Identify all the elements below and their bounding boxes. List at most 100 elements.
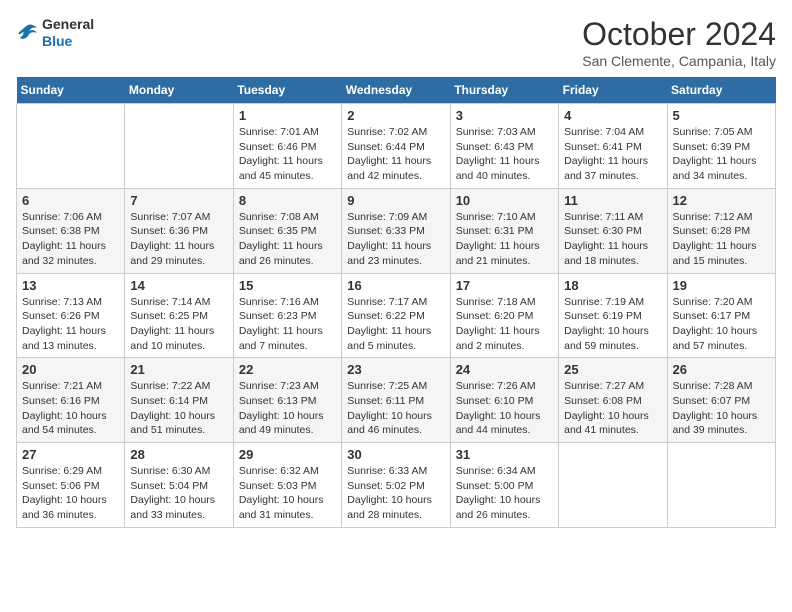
calendar-day-cell: 1 Sunrise: 7:01 AM Sunset: 6:46 PM Daylig… — [233, 104, 341, 189]
day-number: 16 — [347, 278, 444, 293]
day-number: 10 — [456, 193, 553, 208]
calendar-day-cell: 6 Sunrise: 7:06 AM Sunset: 6:38 PM Daylig… — [17, 188, 125, 273]
calendar-week-row: 6 Sunrise: 7:06 AM Sunset: 6:38 PM Daylig… — [17, 188, 776, 273]
calendar-day-cell: 15Sunrise: 7:16 AM Sunset: 6:23 PM Dayli… — [233, 273, 341, 358]
day-info: Sunrise: 7:20 AM Sunset: 6:17 PM Dayligh… — [673, 295, 770, 354]
calendar-day-cell: 7Sunrise: 7:07 AM Sunset: 6:36 PM Daylig… — [125, 188, 233, 273]
day-number: 28 — [130, 447, 227, 462]
day-info: Sunrise: 7:27 AM Sunset: 6:08 PM Dayligh… — [564, 379, 661, 438]
calendar-day-cell: 25Sunrise: 7:27 AM Sunset: 6:08 PM Dayli… — [559, 358, 667, 443]
day-info: Sunrise: 7:02 AM Sunset: 6:44 PM Dayligh… — [347, 125, 444, 184]
day-of-week-header: Sunday — [17, 77, 125, 104]
day-info: Sunrise: 6:34 AM Sunset: 5:00 PM Dayligh… — [456, 464, 553, 523]
calendar-day-cell — [17, 104, 125, 189]
day-info: Sunrise: 7:07 AM Sunset: 6:36 PM Dayligh… — [130, 210, 227, 269]
location-text: San Clemente, Campania, Italy — [582, 53, 776, 69]
day-number: 21 — [130, 362, 227, 377]
day-number: 4 — [564, 108, 661, 123]
day-number: 9 — [347, 193, 444, 208]
day-number: 31 — [456, 447, 553, 462]
month-title: October 2024 — [582, 16, 776, 53]
calendar-day-cell: 4 Sunrise: 7:04 AM Sunset: 6:41 PM Daylig… — [559, 104, 667, 189]
calendar-day-cell: 17 Sunrise: 7:18 AM Sunset: 6:20 PM Dayli… — [450, 273, 558, 358]
day-number: 18 — [564, 278, 661, 293]
calendar-day-cell: 11 Sunrise: 7:11 AM Sunset: 6:30 PM Dayli… — [559, 188, 667, 273]
day-of-week-header: Monday — [125, 77, 233, 104]
title-block: October 2024 San Clemente, Campania, Ita… — [582, 16, 776, 69]
day-info: Sunrise: 7:14 AM Sunset: 6:25 PM Dayligh… — [130, 295, 227, 354]
calendar-day-cell: 14 Sunrise: 7:14 AM Sunset: 6:25 PM Dayli… — [125, 273, 233, 358]
calendar-day-cell — [667, 443, 775, 528]
day-number: 30 — [347, 447, 444, 462]
calendar-day-cell: 9 Sunrise: 7:09 AM Sunset: 6:33 PM Daylig… — [342, 188, 450, 273]
day-of-week-header: Tuesday — [233, 77, 341, 104]
page-header: General Blue October 2024 San Clemente, … — [16, 16, 776, 69]
day-info: Sunrise: 7:10 AM Sunset: 6:31 PM Dayligh… — [456, 210, 553, 269]
day-number: 20 — [22, 362, 119, 377]
day-info: Sunrise: 7:13 AM Sunset: 6:26 PM Dayligh… — [22, 295, 119, 354]
calendar-day-cell: 5Sunrise: 7:05 AM Sunset: 6:39 PM Daylig… — [667, 104, 775, 189]
calendar-week-row: 1 Sunrise: 7:01 AM Sunset: 6:46 PM Daylig… — [17, 104, 776, 189]
day-info: Sunrise: 7:06 AM Sunset: 6:38 PM Dayligh… — [22, 210, 119, 269]
logo: General Blue — [16, 16, 94, 50]
day-number: 14 — [130, 278, 227, 293]
calendar-day-cell: 24 Sunrise: 7:26 AM Sunset: 6:10 PM Dayli… — [450, 358, 558, 443]
day-info: Sunrise: 7:17 AM Sunset: 6:22 PM Dayligh… — [347, 295, 444, 354]
calendar-day-cell: 10 Sunrise: 7:10 AM Sunset: 6:31 PM Dayli… — [450, 188, 558, 273]
logo-bird-icon — [16, 22, 38, 44]
calendar-day-cell: 8 Sunrise: 7:08 AM Sunset: 6:35 PM Daylig… — [233, 188, 341, 273]
day-of-week-header: Friday — [559, 77, 667, 104]
day-info: Sunrise: 7:08 AM Sunset: 6:35 PM Dayligh… — [239, 210, 336, 269]
day-info: Sunrise: 7:09 AM Sunset: 6:33 PM Dayligh… — [347, 210, 444, 269]
day-number: 5 — [673, 108, 770, 123]
day-number: 24 — [456, 362, 553, 377]
calendar-day-cell: 2Sunrise: 7:02 AM Sunset: 6:44 PM Daylig… — [342, 104, 450, 189]
calendar-day-cell: 19 Sunrise: 7:20 AM Sunset: 6:17 PM Dayli… — [667, 273, 775, 358]
day-info: Sunrise: 7:28 AM Sunset: 6:07 PM Dayligh… — [673, 379, 770, 438]
calendar-day-cell: 26Sunrise: 7:28 AM Sunset: 6:07 PM Dayli… — [667, 358, 775, 443]
day-number: 17 — [456, 278, 553, 293]
day-info: Sunrise: 7:26 AM Sunset: 6:10 PM Dayligh… — [456, 379, 553, 438]
day-info: Sunrise: 7:11 AM Sunset: 6:30 PM Dayligh… — [564, 210, 661, 269]
logo-general-text: General — [42, 16, 94, 33]
day-number: 13 — [22, 278, 119, 293]
day-number: 11 — [564, 193, 661, 208]
calendar-day-cell: 31 Sunrise: 6:34 AM Sunset: 5:00 PM Dayli… — [450, 443, 558, 528]
calendar-day-cell: 18 Sunrise: 7:19 AM Sunset: 6:19 PM Dayli… — [559, 273, 667, 358]
day-number: 27 — [22, 447, 119, 462]
day-number: 8 — [239, 193, 336, 208]
calendar-day-cell — [559, 443, 667, 528]
day-info: Sunrise: 7:01 AM Sunset: 6:46 PM Dayligh… — [239, 125, 336, 184]
day-info: Sunrise: 7:19 AM Sunset: 6:19 PM Dayligh… — [564, 295, 661, 354]
day-info: Sunrise: 7:18 AM Sunset: 6:20 PM Dayligh… — [456, 295, 553, 354]
day-number: 6 — [22, 193, 119, 208]
day-info: Sunrise: 7:21 AM Sunset: 6:16 PM Dayligh… — [22, 379, 119, 438]
calendar-day-cell: 22 Sunrise: 7:23 AM Sunset: 6:13 PM Dayli… — [233, 358, 341, 443]
day-number: 22 — [239, 362, 336, 377]
calendar-day-cell: 20 Sunrise: 7:21 AM Sunset: 6:16 PM Dayli… — [17, 358, 125, 443]
calendar-day-cell: 12Sunrise: 7:12 AM Sunset: 6:28 PM Dayli… — [667, 188, 775, 273]
calendar-day-cell: 16 Sunrise: 7:17 AM Sunset: 6:22 PM Dayli… — [342, 273, 450, 358]
day-info: Sunrise: 6:32 AM Sunset: 5:03 PM Dayligh… — [239, 464, 336, 523]
day-of-week-header: Saturday — [667, 77, 775, 104]
day-of-week-header: Thursday — [450, 77, 558, 104]
day-info: Sunrise: 7:04 AM Sunset: 6:41 PM Dayligh… — [564, 125, 661, 184]
day-number: 19 — [673, 278, 770, 293]
day-number: 3 — [456, 108, 553, 123]
day-number: 23 — [347, 362, 444, 377]
calendar-day-cell — [125, 104, 233, 189]
day-info: Sunrise: 7:12 AM Sunset: 6:28 PM Dayligh… — [673, 210, 770, 269]
calendar-week-row: 13 Sunrise: 7:13 AM Sunset: 6:26 PM Dayli… — [17, 273, 776, 358]
logo-blue-text: Blue — [42, 33, 94, 50]
day-of-week-header: Wednesday — [342, 77, 450, 104]
day-number: 1 — [239, 108, 336, 123]
day-info: Sunrise: 7:23 AM Sunset: 6:13 PM Dayligh… — [239, 379, 336, 438]
calendar-table: SundayMondayTuesdayWednesdayThursdayFrid… — [16, 77, 776, 528]
day-info: Sunrise: 7:16 AM Sunset: 6:23 PM Dayligh… — [239, 295, 336, 354]
day-info: Sunrise: 7:25 AM Sunset: 6:11 PM Dayligh… — [347, 379, 444, 438]
day-info: Sunrise: 7:22 AM Sunset: 6:14 PM Dayligh… — [130, 379, 227, 438]
day-info: Sunrise: 7:03 AM Sunset: 6:43 PM Dayligh… — [456, 125, 553, 184]
calendar-day-cell: 13 Sunrise: 7:13 AM Sunset: 6:26 PM Dayli… — [17, 273, 125, 358]
calendar-day-cell: 23 Sunrise: 7:25 AM Sunset: 6:11 PM Dayli… — [342, 358, 450, 443]
calendar-day-cell: 3 Sunrise: 7:03 AM Sunset: 6:43 PM Daylig… — [450, 104, 558, 189]
